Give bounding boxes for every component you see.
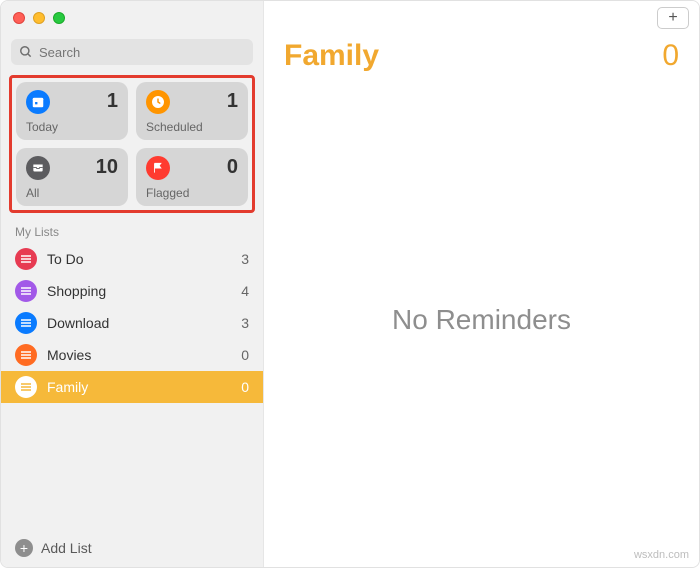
list-item-label: Family [47,379,241,395]
smart-list-today-label: Today [26,120,118,134]
list-item-label: Movies [47,347,241,363]
smart-list-today-count: 1 [107,90,118,113]
smart-list-flagged-count: 0 [227,156,238,179]
window-controls [1,1,263,35]
list-item-count: 4 [241,283,249,299]
smart-list-today[interactable]: 1 Today [16,82,128,140]
app-window: 1 Today 1 Scheduled [0,0,700,568]
list-icon [15,312,37,334]
smart-list-scheduled-count: 1 [227,90,238,113]
tray-icon [26,156,50,180]
sidebar: 1 Today 1 Scheduled [1,1,264,567]
list-item-download[interactable]: Download 3 [1,307,263,339]
smart-lists-grid: 1 Today 1 Scheduled [16,82,248,206]
add-reminder-button[interactable]: + [657,7,689,29]
close-window-button[interactable] [13,12,25,24]
smart-list-scheduled[interactable]: 1 Scheduled [136,82,248,140]
main-pane: + Family 0 No Reminders wsxdn.com [264,1,699,567]
list-icon [15,248,37,270]
list-item-shopping[interactable]: Shopping 4 [1,275,263,307]
smart-list-flagged-label: Flagged [146,186,238,200]
smart-list-all-count: 10 [96,156,118,179]
watermark-text: wsxdn.com [634,549,689,561]
clock-icon [146,90,170,114]
list-item-movies[interactable]: Movies 0 [1,339,263,371]
list-icon [15,376,37,398]
plus-icon: + [668,9,677,27]
search-icon [19,45,33,59]
my-lists-header: My Lists [1,213,263,243]
fullscreen-window-button[interactable] [53,12,65,24]
list-title: Family [284,39,379,73]
my-lists: To Do 3 Shopping 4 Download 3 Movies 0 F… [1,243,263,403]
smart-lists-section: 1 Today 1 Scheduled [9,75,255,213]
list-item-label: To Do [47,251,241,267]
list-item-count: 0 [241,379,249,395]
minimize-window-button[interactable] [33,12,45,24]
list-item-count: 0 [241,347,249,363]
list-item-count: 3 [241,251,249,267]
smart-list-all-label: All [26,186,118,200]
list-item-label: Shopping [47,283,241,299]
list-header: Family 0 [264,35,699,73]
smart-list-scheduled-label: Scheduled [146,120,238,134]
search-input[interactable] [11,39,253,65]
plus-icon: + [15,539,33,557]
highlight-box: 1 Today 1 Scheduled [9,75,255,213]
search-container [11,39,253,65]
empty-state-text: No Reminders [264,73,699,567]
smart-list-flagged[interactable]: 0 Flagged [136,148,248,206]
flag-icon [146,156,170,180]
list-item-family[interactable]: Family 0 [1,371,263,403]
list-icon [15,280,37,302]
add-list-label: Add List [41,540,92,556]
list-total-count: 0 [662,39,679,73]
list-icon [15,344,37,366]
list-item-count: 3 [241,315,249,331]
main-toolbar: + [264,1,699,35]
list-item-todo[interactable]: To Do 3 [1,243,263,275]
smart-list-all[interactable]: 10 All [16,148,128,206]
calendar-today-icon [26,90,50,114]
spacer [1,403,263,529]
list-item-label: Download [47,315,241,331]
add-list-button[interactable]: + Add List [1,529,263,567]
